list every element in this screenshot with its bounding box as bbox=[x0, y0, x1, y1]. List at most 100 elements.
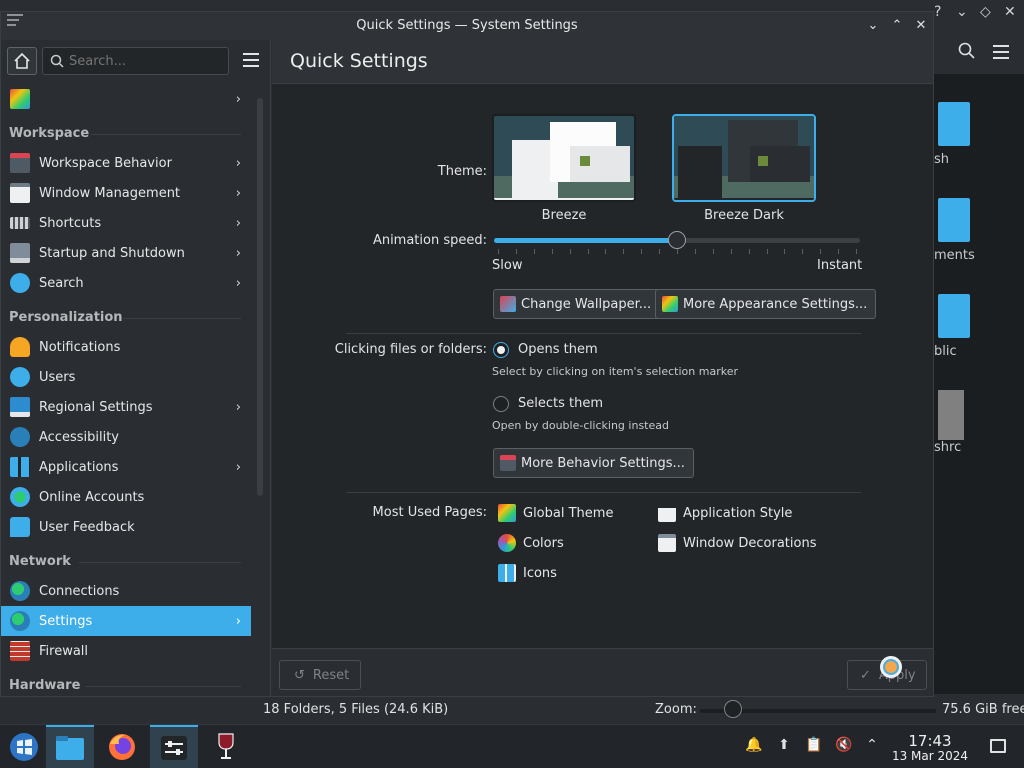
sidebar-heading-workspace: Workspace bbox=[1, 114, 251, 148]
most-used-colors[interactable]: Colors bbox=[498, 532, 564, 554]
sidebar-item-network-settings[interactable]: Settings › bbox=[1, 606, 251, 636]
folder-icon bbox=[56, 736, 84, 760]
hamburger-menu-icon[interactable] bbox=[993, 45, 1009, 59]
sidebar-item-global-theme[interactable]: › bbox=[1, 84, 251, 114]
show-desktop-icon[interactable] bbox=[990, 739, 1006, 753]
sidebar-item-window-management[interactable]: Window Management › bbox=[1, 178, 251, 208]
most-used-icons[interactable]: Icons bbox=[498, 562, 557, 584]
animation-speed-handle[interactable] bbox=[668, 231, 686, 249]
slider-tick bbox=[694, 249, 696, 254]
selects-them-radio[interactable] bbox=[493, 396, 509, 412]
notifications-tray-icon[interactable]: 🔔 bbox=[744, 737, 764, 757]
theme-breeze-dark-preview[interactable] bbox=[672, 114, 816, 202]
theme-breeze-preview[interactable] bbox=[492, 114, 636, 202]
background-file-grid: sh ments blic shrc bbox=[934, 74, 1024, 694]
taskbar-file-manager[interactable] bbox=[46, 725, 94, 768]
most-used-pages-label: Most Used Pages: bbox=[372, 505, 487, 520]
reset-button[interactable]: ↺ Reset bbox=[279, 660, 361, 690]
maximize-icon[interactable]: ⌃ bbox=[887, 16, 907, 36]
change-wallpaper-button[interactable]: Change Wallpaper... bbox=[493, 289, 661, 319]
network-settings-icon bbox=[10, 611, 30, 631]
more-appearance-settings-button[interactable]: More Appearance Settings... bbox=[655, 289, 877, 319]
wine-glass-icon bbox=[218, 733, 234, 759]
close-icon[interactable]: ✕ bbox=[1004, 4, 1016, 20]
applications-icon bbox=[10, 457, 30, 477]
volume-muted-tray-icon[interactable]: 🔇 bbox=[834, 737, 854, 757]
search-icon bbox=[10, 273, 30, 293]
taskbar-firefox[interactable] bbox=[98, 725, 146, 768]
help-icon[interactable]: ? bbox=[934, 4, 941, 20]
most-used-global-theme[interactable]: Global Theme bbox=[498, 502, 613, 524]
application-style-icon bbox=[658, 504, 676, 522]
opens-them-label[interactable]: Opens them bbox=[518, 342, 598, 357]
slow-label: Slow bbox=[492, 258, 523, 273]
sidebar-item-user-feedback[interactable]: User Feedback bbox=[1, 512, 251, 542]
window-management-icon bbox=[10, 183, 30, 203]
sidebar-item-online-accounts[interactable]: Online Accounts bbox=[1, 482, 251, 512]
search-input[interactable] bbox=[69, 52, 224, 70]
file-item[interactable]: sh bbox=[934, 94, 1024, 184]
sidebar: › Workspace Workspace Behavior › Window … bbox=[1, 40, 271, 696]
keyboard-icon bbox=[10, 217, 30, 229]
sidebar-list: › Workspace Workspace Behavior › Window … bbox=[1, 84, 251, 696]
sidebar-item-search[interactable]: Search › bbox=[1, 268, 251, 298]
theme-breeze-label: Breeze bbox=[541, 208, 587, 223]
search-icon[interactable] bbox=[958, 42, 976, 60]
slider-tick bbox=[659, 249, 661, 254]
window-title: Quick Settings — System Settings bbox=[356, 18, 578, 33]
sidebar-item-workspace-behavior[interactable]: Workspace Behavior › bbox=[1, 148, 251, 178]
sidebar-item-firewall[interactable]: Firewall bbox=[1, 636, 251, 666]
chevron-right-icon: › bbox=[235, 156, 241, 171]
updates-tray-icon[interactable]: ⬆ bbox=[774, 737, 794, 757]
quick-settings-page: Theme: Breeze Breeze Dark Animation spee… bbox=[272, 84, 933, 648]
slider-tick bbox=[587, 249, 589, 254]
title-bar[interactable]: Quick Settings — System Settings ⌄ ⌃ ✕ bbox=[1, 12, 933, 40]
slider-tick bbox=[533, 249, 535, 254]
hamburger-menu-button[interactable] bbox=[240, 49, 262, 71]
home-button[interactable] bbox=[7, 47, 37, 75]
free-space-label: 75.6 GiB free bbox=[942, 702, 1024, 717]
slider-tick bbox=[677, 249, 678, 254]
most-used-application-style[interactable]: Application Style bbox=[658, 502, 792, 524]
opens-them-radio[interactable] bbox=[493, 342, 509, 358]
chevron-right-icon: › bbox=[235, 216, 241, 231]
selects-them-label[interactable]: Selects them bbox=[518, 396, 603, 411]
chevron-down-icon[interactable]: ⌄ bbox=[956, 4, 968, 20]
sidebar-item-notifications[interactable]: Notifications bbox=[1, 332, 251, 362]
sidebar-item-startup-and-shutdown[interactable]: Startup and Shutdown › bbox=[1, 238, 251, 268]
chevron-right-icon: › bbox=[235, 400, 241, 415]
slider-tick bbox=[748, 249, 750, 254]
sidebar-item-accessibility[interactable]: Accessibility bbox=[1, 422, 251, 452]
diamond-icon[interactable]: ◇ bbox=[980, 4, 991, 20]
sidebar-item-regional-settings[interactable]: Regional Settings › bbox=[1, 392, 251, 422]
search-field[interactable] bbox=[42, 47, 229, 75]
accessibility-icon bbox=[10, 427, 30, 447]
tray-expand-chevron-icon[interactable]: ⌃ bbox=[862, 737, 882, 757]
most-used-window-decorations[interactable]: Window Decorations bbox=[658, 532, 817, 554]
close-icon[interactable]: ✕ bbox=[911, 16, 931, 36]
zoom-slider-handle[interactable] bbox=[724, 700, 742, 718]
sidebar-item-users[interactable]: Users bbox=[1, 362, 251, 392]
window-decorations-icon bbox=[658, 534, 676, 552]
clipboard-tray-icon[interactable]: 📋 bbox=[804, 737, 824, 757]
taskbar-wine[interactable] bbox=[202, 725, 250, 768]
content-area: Quick Settings Theme: Breeze Breeze Dark… bbox=[272, 40, 933, 696]
selects-them-hint: Open by double-clicking instead bbox=[492, 419, 669, 432]
file-item[interactable]: ments bbox=[934, 190, 1024, 280]
application-launcher-button[interactable] bbox=[0, 725, 48, 768]
global-theme-icon bbox=[498, 504, 516, 522]
globe-icon bbox=[10, 581, 30, 601]
taskbar-system-settings[interactable] bbox=[150, 725, 198, 768]
minimize-icon[interactable]: ⌄ bbox=[863, 16, 883, 36]
instant-label: Instant bbox=[817, 258, 863, 273]
sidebar-scrollbar[interactable] bbox=[257, 98, 263, 496]
clock-time[interactable]: 17:43 bbox=[895, 732, 965, 750]
sidebar-item-applications[interactable]: Applications › bbox=[1, 452, 251, 482]
folder-count-label: 18 Folders, 5 Files (24.6 KiB) bbox=[263, 702, 449, 717]
file-item[interactable]: shrc bbox=[934, 382, 1024, 472]
clock-date[interactable]: 13 Mar 2024 bbox=[885, 749, 975, 763]
sidebar-item-shortcuts[interactable]: Shortcuts › bbox=[1, 208, 251, 238]
file-item[interactable]: blic bbox=[934, 286, 1024, 376]
sidebar-item-connections[interactable]: Connections bbox=[1, 576, 251, 606]
more-behavior-settings-button[interactable]: More Behavior Settings... bbox=[493, 448, 694, 478]
